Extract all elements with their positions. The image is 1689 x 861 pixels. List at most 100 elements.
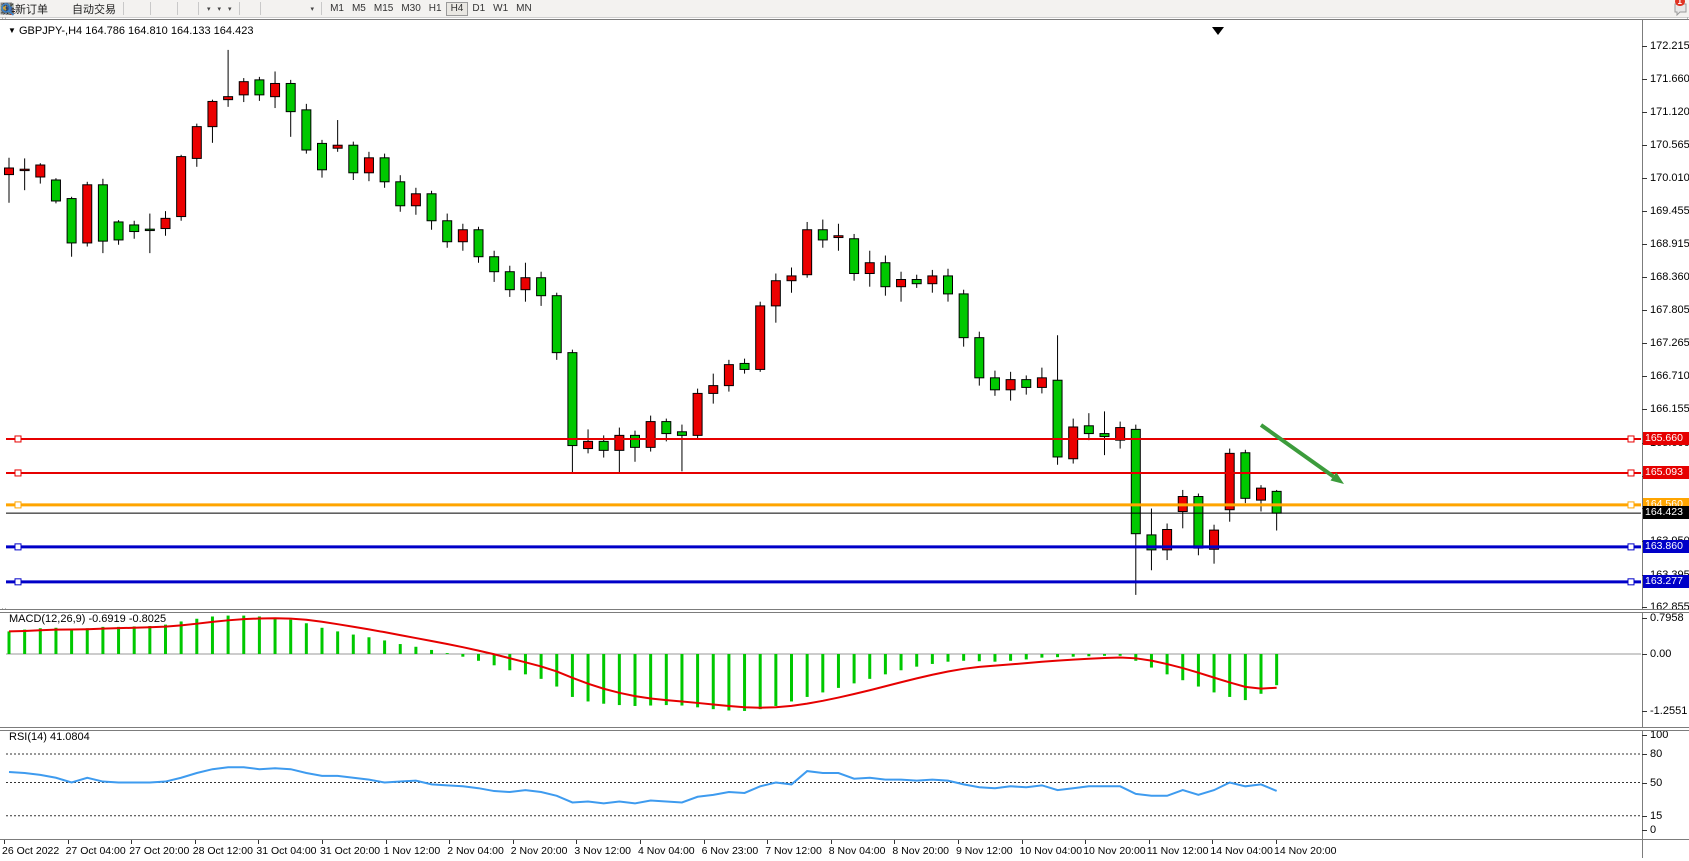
macd-axis-tick-label: 0.00: [1650, 648, 1671, 660]
chart-shift-marker[interactable]: [1212, 27, 1224, 35]
time-axis-tick: [131, 840, 132, 844]
candle-body: [67, 199, 76, 243]
price-axis-tick-label: 169.455: [1650, 205, 1689, 217]
macd-signal-line: [9, 618, 1277, 707]
rsi-axis-tick-label: 50: [1650, 777, 1662, 789]
price-axis-tick-label: 166.710: [1650, 370, 1689, 382]
candle-body: [709, 386, 718, 394]
time-axis-label: 10 Nov 04:00: [1020, 845, 1082, 857]
time-axis-label: 7 Nov 12:00: [765, 845, 822, 857]
rsi-axis-tick: [1642, 754, 1647, 755]
tile-windows-button[interactable]: [167, 1, 173, 16]
time-axis-tick: [258, 840, 259, 844]
candle-body: [5, 168, 14, 175]
candle-body: [98, 185, 107, 241]
time-axis-label: 14 Nov 04:00: [1210, 845, 1272, 857]
line-handle[interactable]: [1628, 502, 1634, 508]
rsi-axis-tick: [1642, 735, 1647, 736]
level-price-label: 163.277: [1643, 575, 1689, 588]
timeframe-button-M30[interactable]: M30: [397, 2, 424, 16]
timeframe-button-M1[interactable]: M1: [326, 2, 348, 16]
trend-arrow-line[interactable]: [1261, 425, 1333, 476]
shapes-button[interactable]: ▾: [307, 1, 318, 16]
line-handle[interactable]: [15, 502, 21, 508]
time-axis-tick: [1212, 840, 1213, 844]
add-indicator-button[interactable]: ▾: [203, 1, 214, 16]
candle-body: [271, 83, 280, 96]
rsi-panel[interactable]: [0, 730, 1689, 839]
price-axis-tick: [1642, 343, 1647, 344]
candle-body: [912, 280, 921, 284]
candle-body: [584, 441, 593, 448]
candle-body: [51, 180, 60, 201]
timeframe-button-H4[interactable]: H4: [446, 2, 469, 16]
main-chart-panel[interactable]: [0, 20, 1689, 608]
time-axis-label: 1 Nov 12:00: [384, 845, 441, 857]
crosshair-button[interactable]: [250, 1, 256, 16]
line-handle[interactable]: [15, 544, 21, 550]
candle-body: [286, 83, 295, 111]
candle-body: [944, 276, 953, 294]
line-handle[interactable]: [15, 470, 21, 476]
time-axis-label: 4 Nov 04:00: [638, 845, 695, 857]
template-button[interactable]: ▾: [224, 1, 235, 16]
time-axis-tick: [322, 840, 323, 844]
timeframe-button-M15[interactable]: M15: [370, 2, 397, 16]
candle-body: [443, 221, 452, 242]
candle-body: [1131, 429, 1140, 533]
timeframe-button-D1[interactable]: D1: [468, 2, 489, 16]
line-handle[interactable]: [1628, 579, 1634, 585]
price-axis-tick: [1642, 310, 1647, 311]
time-axis[interactable]: 26 Oct 202227 Oct 04:0027 Oct 20:0028 Oc…: [0, 840, 1689, 861]
candle-body: [615, 435, 624, 450]
candle-body: [474, 230, 483, 257]
candle-body: [975, 338, 984, 378]
time-axis-label: 3 Nov 12:00: [574, 845, 631, 857]
timeframe-button-H1[interactable]: H1: [425, 2, 446, 16]
line-handle[interactable]: [1628, 544, 1634, 550]
line-handle[interactable]: [15, 436, 21, 442]
notifications-button[interactable]: 1: [1673, 1, 1679, 16]
time-axis-tick: [386, 840, 387, 844]
search-button[interactable]: [1661, 1, 1667, 16]
period-clock-button[interactable]: ▾: [214, 1, 225, 16]
time-axis-label: 26 Oct 2022: [2, 845, 59, 857]
candle-body: [756, 306, 765, 370]
rsi-axis-tick-label: 80: [1650, 748, 1662, 760]
candle-body: [631, 435, 640, 447]
toolbar-separator: [177, 2, 178, 15]
candle-body: [724, 365, 733, 386]
line-handle[interactable]: [1628, 436, 1634, 442]
price-axis-tick-label: 170.565: [1650, 139, 1689, 151]
timeframe-button-MN[interactable]: MN: [512, 2, 536, 16]
price-axis-tick: [1642, 112, 1647, 113]
candle-body: [302, 110, 311, 150]
xaxis-top-border: [0, 839, 1689, 840]
timeframe-button-W1[interactable]: W1: [489, 2, 512, 16]
timeframe-button-M5[interactable]: M5: [348, 2, 370, 16]
line-handle[interactable]: [15, 579, 21, 585]
candle-body: [1225, 453, 1234, 509]
toolbar-separator: [198, 2, 199, 15]
rsi-label: RSI(14) 41.0804: [9, 731, 90, 743]
macd-panel[interactable]: [0, 612, 1689, 727]
toolbar-separator: [150, 2, 151, 15]
line-chart-mode-button[interactable]: [140, 1, 146, 16]
panel-separator[interactable]: [0, 727, 1689, 731]
symbol-dropdown-icon[interactable]: ▼: [8, 26, 16, 35]
candle-body: [427, 194, 436, 221]
chevron-down-icon: ▾: [207, 5, 211, 13]
candle-body: [1100, 434, 1109, 437]
auto-trading-button[interactable]: 自动交易: [69, 1, 119, 16]
line-handle[interactable]: [1628, 470, 1634, 476]
time-axis-label: 28 Oct 12:00: [193, 845, 253, 857]
candle-body: [239, 82, 248, 95]
new-order-button[interactable]: 新订单: [12, 1, 51, 16]
search-icon: [0, 2, 15, 16]
profile-chart-plus-button[interactable]: [188, 1, 194, 16]
macd-axis-tick: [1642, 711, 1647, 712]
panel-separator[interactable]: [0, 609, 1689, 613]
price-axis-tick-label: 171.660: [1650, 73, 1689, 85]
level-price-label: 163.860: [1643, 540, 1689, 553]
candle-body: [333, 145, 342, 148]
